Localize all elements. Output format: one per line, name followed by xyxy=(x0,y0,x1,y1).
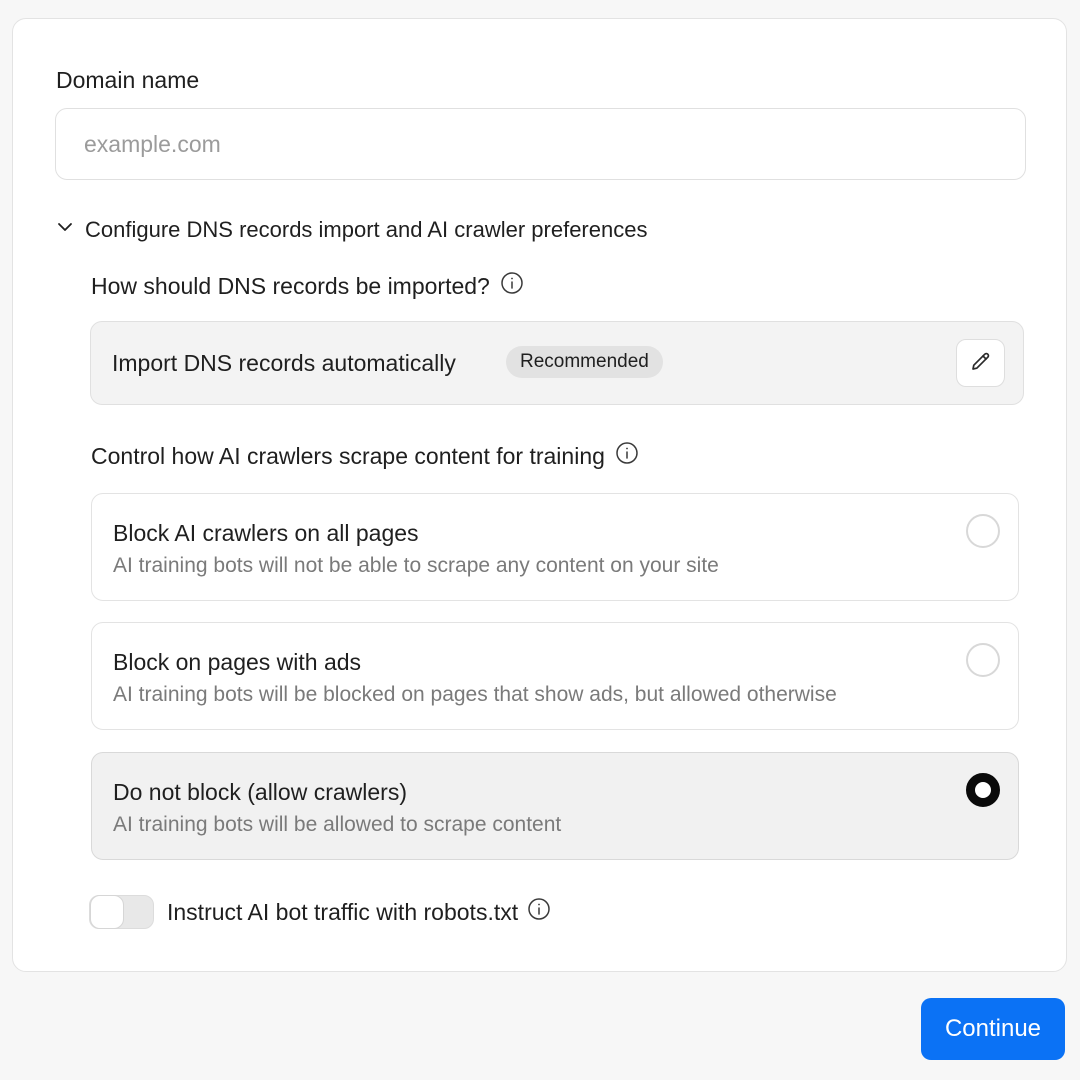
info-icon[interactable] xyxy=(500,271,524,301)
recommended-badge: Recommended xyxy=(506,346,663,378)
configure-disclosure-label: Configure DNS records import and AI craw… xyxy=(85,217,648,242)
option-title: Do not block (allow crawlers) xyxy=(113,779,407,805)
ai-crawler-heading: Control how AI crawlers scrape content f… xyxy=(91,441,639,471)
domain-name-input[interactable] xyxy=(55,108,1026,180)
configure-disclosure-toggle[interactable]: Configure DNS records import and AI craw… xyxy=(55,217,647,243)
dns-import-method-box: Import DNS records automatically Recomme… xyxy=(90,321,1024,405)
edit-dns-import-button[interactable] xyxy=(956,339,1005,387)
option-block-ad-pages[interactable]: Block on pages with ads AI training bots… xyxy=(91,622,1019,730)
option-title: Block on pages with ads xyxy=(113,649,362,675)
option-description: AI training bots will be allowed to scra… xyxy=(113,813,562,836)
domain-setup-card: Domain name Configure DNS records import… xyxy=(12,18,1067,972)
dns-import-heading: How should DNS records be imported? xyxy=(91,271,524,301)
option-description: AI training bots will be blocked on page… xyxy=(113,683,837,706)
toggle-knob xyxy=(90,895,124,929)
continue-button[interactable]: Continue xyxy=(921,998,1065,1060)
ai-crawler-question: Control how AI crawlers scrape content f… xyxy=(91,442,605,469)
option-description: AI training bots will not be able to scr… xyxy=(113,554,719,577)
chevron-down-icon xyxy=(55,217,75,243)
option-title: Block AI crawlers on all pages xyxy=(113,520,419,546)
pencil-icon xyxy=(969,349,993,378)
robots-txt-toggle-label: Instruct AI bot traffic with robots.txt xyxy=(167,898,519,925)
radio-button[interactable] xyxy=(966,514,1000,548)
info-icon[interactable] xyxy=(518,897,551,927)
info-icon[interactable] xyxy=(615,441,639,471)
option-block-all-pages[interactable]: Block AI crawlers on all pages AI traini… xyxy=(91,493,1019,601)
robots-txt-toggle-row: Instruct AI bot traffic with robots.txt xyxy=(89,895,551,929)
robots-txt-toggle[interactable] xyxy=(89,895,154,929)
radio-button[interactable] xyxy=(966,643,1000,677)
domain-name-label: Domain name xyxy=(56,67,200,93)
dns-import-question: How should DNS records be imported? xyxy=(91,272,490,299)
option-do-not-block[interactable]: Do not block (allow crawlers) AI trainin… xyxy=(91,752,1019,860)
dns-import-method-label: Import DNS records automatically xyxy=(112,350,456,376)
radio-button-selected[interactable] xyxy=(966,773,1000,807)
